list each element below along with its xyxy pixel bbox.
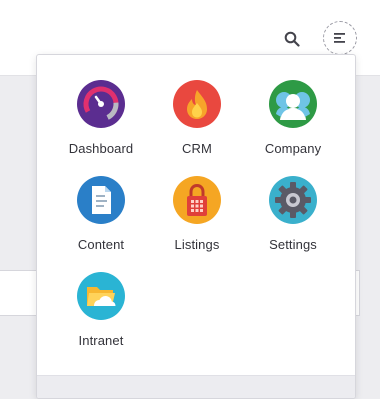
folder-icon bbox=[77, 272, 125, 320]
app-tile-crm[interactable]: CRM bbox=[149, 80, 245, 170]
padlock-icon bbox=[173, 176, 221, 224]
panel-footer bbox=[37, 375, 355, 398]
app-tile-label: Listings bbox=[174, 237, 220, 252]
app-tile-label: Settings bbox=[269, 237, 317, 252]
app-tile-dashboard[interactable]: Dashboard bbox=[53, 80, 149, 170]
app-tile-intranet[interactable]: Intranet bbox=[53, 272, 149, 362]
app-menu-panel: Dashboard CRM Company Content Listings S… bbox=[36, 54, 356, 399]
app-tile-label: Content bbox=[77, 237, 125, 252]
dashboard-icon bbox=[77, 80, 125, 128]
app-tile-label: Intranet bbox=[78, 333, 124, 348]
app-tile-label: Dashboard bbox=[68, 141, 134, 156]
app-tile-content[interactable]: Content bbox=[53, 176, 149, 266]
app-menu-button[interactable] bbox=[323, 21, 357, 55]
search-button[interactable] bbox=[281, 28, 303, 50]
app-tile-label: CRM bbox=[182, 141, 212, 156]
menu-icon bbox=[334, 33, 345, 43]
search-icon bbox=[284, 31, 300, 47]
app-tile-listings[interactable]: Listings bbox=[149, 176, 245, 266]
app-tile-settings[interactable]: Settings bbox=[245, 176, 341, 266]
flame-icon bbox=[173, 80, 221, 128]
gear-icon bbox=[269, 176, 317, 224]
document-icon bbox=[77, 176, 125, 224]
app-tile-company[interactable]: Company bbox=[245, 80, 341, 170]
company-icon bbox=[269, 80, 317, 128]
app-tile-label: Company bbox=[264, 141, 322, 156]
